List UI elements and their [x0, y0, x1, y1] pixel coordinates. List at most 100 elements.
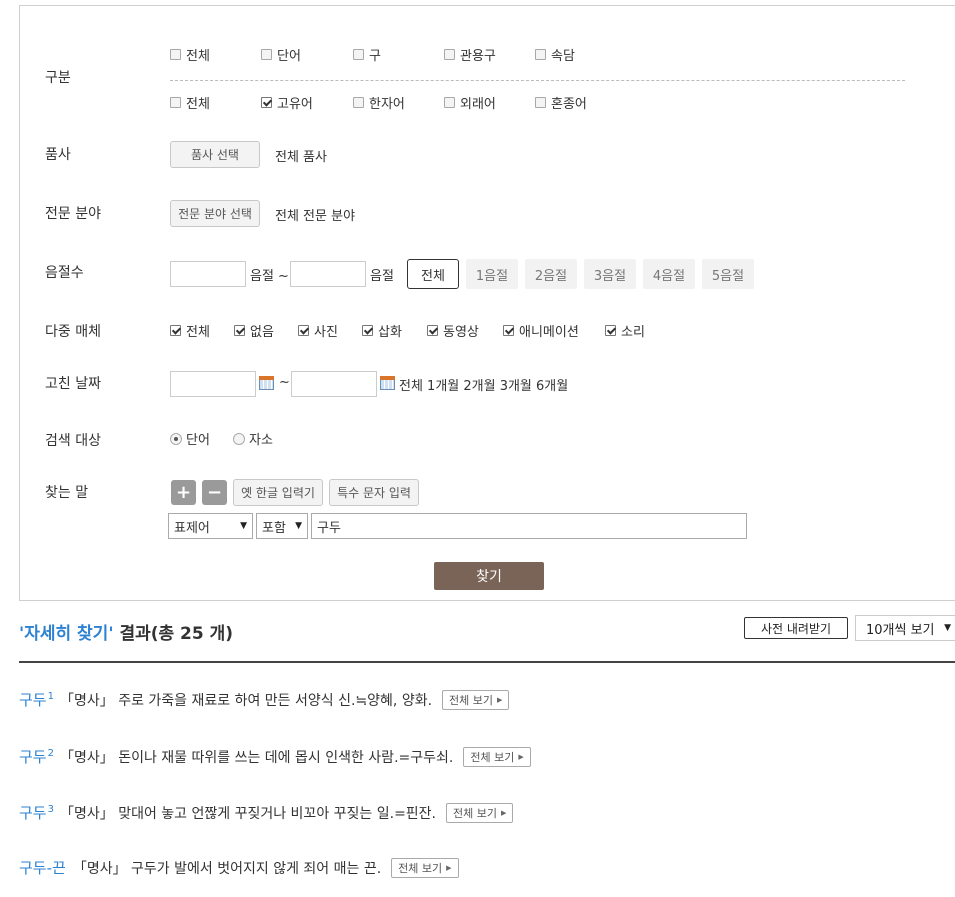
date-to-input[interactable]: [291, 371, 377, 397]
triangle-right-icon: ▶: [497, 695, 503, 704]
category-word-checkbox[interactable]: 단어: [261, 45, 301, 64]
pos-label: 품사: [45, 147, 71, 163]
syllables-min-input[interactable]: [170, 261, 246, 287]
category-label: 구분: [45, 70, 71, 86]
checkbox-box[interactable]: [535, 49, 546, 60]
pos-value: 전체 품사: [275, 150, 327, 165]
list-item: 구두3 「명사」 맞대어 놓고 언짢게 꾸짖거나 비꼬아 꾸짖는 일.=핀잔. …: [19, 802, 514, 823]
checkbox-box-checked[interactable]: [503, 325, 514, 336]
media-photo-checkbox[interactable]: 사진: [298, 321, 338, 340]
chevron-down-icon: ▼: [295, 521, 302, 531]
download-dictionary-button[interactable]: 사전 내려받기: [744, 617, 848, 639]
category-divider: [170, 80, 905, 81]
field-select-button[interactable]: 전문 분야 선택: [170, 200, 260, 227]
scope-select[interactable]: 표제어 ▼: [168, 513, 253, 539]
origin-sino-checkbox[interactable]: 한자어: [353, 93, 405, 112]
result-count: 결과(총 25 개): [119, 624, 234, 644]
checkbox-box[interactable]: [444, 97, 455, 108]
list-item: 구두-끈 「명사」 구두가 발에서 벗어지지 않게 죄어 매는 끈. 전체 보기…: [19, 857, 459, 878]
special-chars-button[interactable]: 특수 문자 입력: [329, 479, 419, 506]
date-tilde: ~: [279, 375, 290, 390]
keyword-input[interactable]: 구두: [311, 513, 747, 539]
category-phrase-checkbox[interactable]: 구: [353, 45, 381, 64]
syllables-2-button[interactable]: 2음절: [525, 259, 577, 289]
chevron-down-icon: ▼: [944, 623, 951, 633]
origin-loanword-checkbox[interactable]: 외래어: [444, 93, 496, 112]
entry-word-link[interactable]: 구두-끈: [19, 857, 67, 878]
category-idiom-checkbox[interactable]: 관용구: [444, 45, 496, 64]
result-title: '자세히 찾기' 결과(총 25 개): [19, 619, 233, 644]
entry-definition: 「명사」 주로 가죽을 재료로 하여 만든 서양식 신.≒양혜, 양화.: [59, 692, 433, 709]
checkbox-box[interactable]: [261, 49, 272, 60]
media-sound-checkbox[interactable]: 소리: [605, 321, 645, 340]
date-presets[interactable]: 전체 1개월 2개월 3개월 6개월: [399, 375, 568, 394]
checkbox-box-checked[interactable]: [362, 325, 373, 336]
chevron-down-icon: ▼: [240, 521, 247, 531]
media-video-checkbox[interactable]: 동영상: [427, 321, 479, 340]
syllables-all-button[interactable]: 전체: [407, 259, 459, 289]
view-full-button[interactable]: 전체 보기 ▶: [391, 857, 459, 878]
pos-select-button[interactable]: 품사 선택: [170, 141, 260, 168]
old-hangul-input-button[interactable]: 옛 한글 입력기: [233, 479, 323, 506]
entry-word-link[interactable]: 구두1: [19, 689, 54, 710]
entry-definition: 「명사」 돈이나 재물 따위를 쓰는 데에 몹시 인색한 사람.=구두쇠.: [59, 749, 454, 766]
field-value: 전체 전문 분야: [275, 209, 356, 224]
entry-definition: 「명사」 구두가 발에서 벗어지지 않게 죄어 매는 끈.: [72, 860, 382, 877]
add-row-button[interactable]: +: [171, 480, 196, 505]
syllables-3-button[interactable]: 3음절: [584, 259, 636, 289]
checkbox-box[interactable]: [535, 97, 546, 108]
checkbox-box-checked[interactable]: [170, 325, 181, 336]
media-illustration-checkbox[interactable]: 삽화: [362, 321, 402, 340]
view-full-button[interactable]: 전체 보기 ▶: [442, 689, 510, 710]
media-animation-checkbox[interactable]: 애니메이션: [503, 321, 579, 340]
date-from-input[interactable]: [170, 371, 256, 397]
date-label: 고친 날짜: [45, 376, 101, 392]
list-item: 구두2 「명사」 돈이나 재물 따위를 쓰는 데에 몹시 인색한 사람.=구두쇠…: [19, 746, 531, 767]
media-none-checkbox[interactable]: 없음: [234, 321, 274, 340]
match-select[interactable]: 포함 ▼: [256, 513, 308, 539]
entry-definition: 「명사」 맞대어 놓고 언짢게 꾸짖거나 비꼬아 꾸짖는 일.=핀잔.: [59, 805, 437, 822]
checkbox-box[interactable]: [444, 49, 455, 60]
radio-selected[interactable]: [170, 432, 182, 445]
target-word-radio[interactable]: 단어: [170, 429, 210, 448]
origin-hybrid-checkbox[interactable]: 혼종어: [535, 93, 587, 112]
entry-word-link[interactable]: 구두2: [19, 746, 54, 767]
checkbox-box-checked[interactable]: [234, 325, 245, 336]
checkbox-box-checked[interactable]: [427, 325, 438, 336]
checkbox-box[interactable]: [353, 97, 364, 108]
result-divider: [19, 661, 955, 663]
triangle-right-icon: ▶: [501, 808, 507, 817]
origin-native-checkbox[interactable]: 고유어: [261, 93, 313, 112]
view-full-button[interactable]: 전체 보기 ▶: [446, 802, 514, 823]
syllables-4-button[interactable]: 4음절: [643, 259, 695, 289]
triangle-right-icon: ▶: [446, 863, 452, 872]
checkbox-box[interactable]: [170, 97, 181, 108]
checkbox-box-checked[interactable]: [605, 325, 616, 336]
result-title-accent: '자세히 찾기': [19, 624, 114, 644]
syllables-label: 음절수: [45, 265, 84, 281]
search-button[interactable]: 찾기: [434, 562, 544, 590]
triangle-right-icon: ▶: [518, 752, 524, 761]
media-all-checkbox[interactable]: 전체: [170, 321, 210, 340]
checkbox-box[interactable]: [170, 49, 181, 60]
syllables-1-button[interactable]: 1음절: [466, 259, 518, 289]
radio[interactable]: [233, 432, 245, 445]
target-jaso-radio[interactable]: 자소: [233, 429, 273, 448]
per-page-select[interactable]: 10개씩 보기 ▼: [855, 615, 955, 641]
origin-all-checkbox[interactable]: 전체: [170, 93, 210, 112]
calendar-icon[interactable]: [259, 376, 274, 390]
checkbox-box-checked[interactable]: [298, 325, 309, 336]
syllables-5-button[interactable]: 5음절: [702, 259, 754, 289]
entry-word-link[interactable]: 구두3: [19, 802, 54, 823]
remove-row-button[interactable]: −: [202, 480, 227, 505]
calendar-icon[interactable]: [380, 376, 395, 390]
checkbox-box-checked[interactable]: [261, 97, 272, 108]
view-full-button[interactable]: 전체 보기 ▶: [463, 746, 531, 767]
media-label: 다중 매체: [45, 324, 101, 340]
syllables-max-input[interactable]: [290, 261, 366, 287]
category-all-checkbox[interactable]: 전체: [170, 45, 210, 64]
list-item: 구두1 「명사」 주로 가죽을 재료로 하여 만든 서양식 신.≒양혜, 양화.…: [19, 689, 510, 710]
syllables-unit-from: 음절 ~: [250, 269, 289, 284]
category-proverb-checkbox[interactable]: 속담: [535, 45, 575, 64]
checkbox-box[interactable]: [353, 49, 364, 60]
